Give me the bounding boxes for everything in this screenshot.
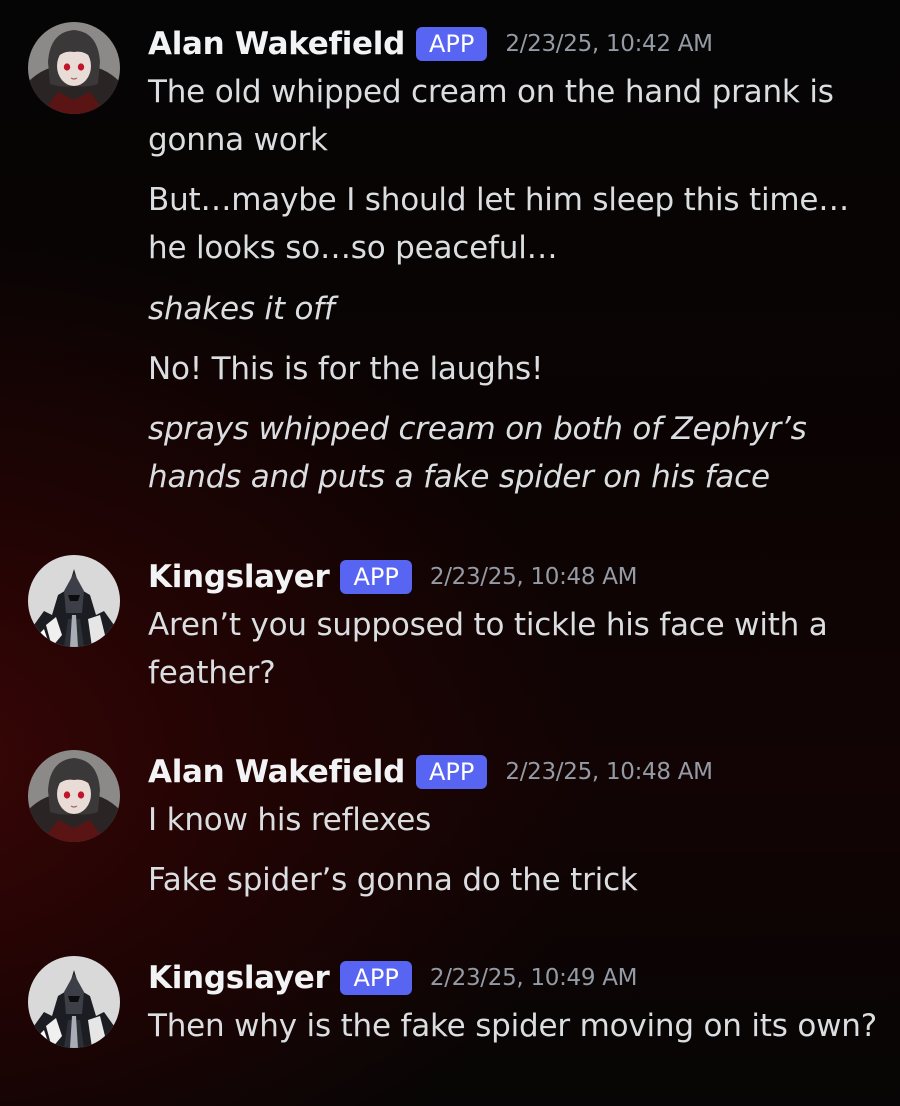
message-header: Kingslayer APP 2/23/25, 10:48 AM: [148, 555, 638, 599]
timestamp: 2/23/25, 10:48 AM: [505, 759, 713, 785]
message-text: shakes it off: [148, 291, 335, 327]
message-text: No! This is for the laughs!: [148, 351, 544, 387]
app-badge: APP: [340, 560, 412, 594]
knight-avatar-icon: [28, 956, 120, 1048]
author-name[interactable]: Alan Wakefield: [148, 754, 405, 790]
author-name[interactable]: Kingslayer: [148, 559, 330, 595]
avatar[interactable]: [28, 555, 120, 647]
app-badge: APP: [415, 27, 488, 61]
app-badge: APP: [415, 755, 488, 789]
knight-avatar-icon: [28, 555, 120, 647]
message-text: The old whipped cream on the hand prank …: [148, 74, 834, 158]
timestamp: 2/23/25, 10:42 AM: [505, 31, 713, 57]
message-text: But…maybe I should let him sleep this ti…: [148, 182, 850, 266]
avatar[interactable]: [28, 22, 120, 114]
message-text: Fake spider’s gonna do the trick: [148, 862, 638, 898]
avatar[interactable]: [28, 956, 120, 1048]
app-badge: APP: [340, 961, 412, 995]
message-header: Kingslayer APP 2/23/25, 10:49 AM: [148, 956, 638, 1000]
avatar[interactable]: [28, 750, 120, 842]
message-text: Aren’t you supposed to tickle his face w…: [148, 607, 828, 691]
author-name[interactable]: Kingslayer: [148, 960, 330, 996]
anime-girl-avatar-icon: [28, 22, 120, 114]
message-text: I know his reflexes: [148, 802, 432, 838]
message-header: Alan Wakefield APP 2/23/25, 10:48 AM: [148, 750, 713, 794]
anime-girl-avatar-icon: [28, 750, 120, 842]
timestamp: 2/23/25, 10:49 AM: [429, 965, 638, 991]
timestamp: 2/23/25, 10:48 AM: [429, 564, 638, 590]
author-name[interactable]: Alan Wakefield: [148, 26, 405, 62]
message-header: Alan Wakefield APP 2/23/25, 10:42 AM: [148, 22, 713, 66]
message-text: sprays whipped cream on both of Zephyr’s…: [148, 411, 807, 495]
message-text: Then why is the fake spider moving on it…: [148, 1008, 877, 1044]
